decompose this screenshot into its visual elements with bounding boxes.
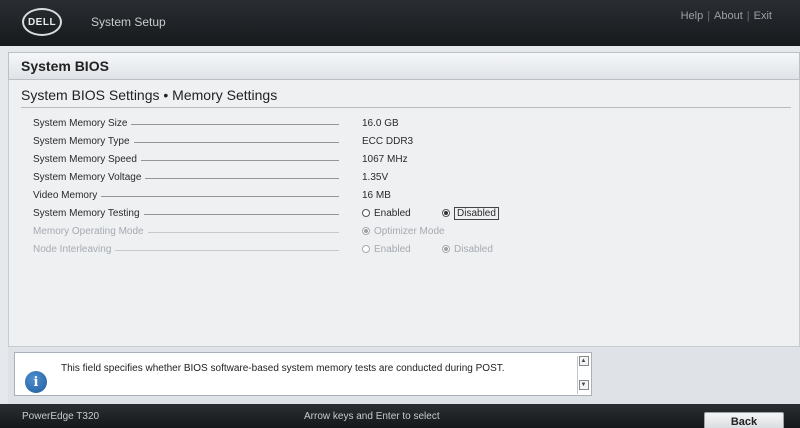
radio-selected-icon	[362, 227, 370, 235]
help-scrollbar[interactable]: ▲ ▼	[577, 356, 589, 394]
about-link[interactable]: About	[714, 10, 743, 22]
scroll-down-icon[interactable]: ▼	[578, 380, 589, 390]
radio-icon	[362, 245, 370, 253]
back-button[interactable]: Back	[704, 412, 784, 428]
navigation-hint: Arrow keys and Enter to select	[304, 411, 440, 422]
node-interleaving-enabled-option: Enabled	[362, 244, 411, 255]
help-link[interactable]: Help	[681, 10, 704, 22]
node-interleaving-disabled-option: Disabled	[442, 244, 493, 255]
info-icon: i	[25, 371, 47, 393]
radio-selected-icon	[442, 245, 450, 253]
memory-testing-enabled-option[interactable]: Enabled	[362, 208, 411, 219]
radio-icon	[362, 209, 370, 217]
setting-memory-size: System Memory Size 16.0 GB	[33, 117, 399, 129]
section-header: System BIOS	[8, 52, 800, 80]
settings-list: System Memory Size 16.0 GB System Memory…	[33, 114, 553, 258]
setting-memory-operating-mode: Memory Operating Mode Optimizer Mode	[33, 225, 445, 237]
top-links: Help | About | Exit	[680, 10, 772, 22]
help-box: i This field specifies whether BIOS soft…	[14, 352, 592, 396]
memory-testing-disabled-option[interactable]: Disabled	[442, 206, 499, 220]
bios-screen: DELL System Setup Help | About | Exit Sy…	[0, 0, 800, 428]
setting-video-memory: Video Memory 16 MB	[33, 189, 391, 201]
setting-node-interleaving: Node Interleaving Enabled Disabled	[33, 243, 493, 255]
page-title: System BIOS Settings • Memory Settings	[21, 87, 278, 103]
model-name: PowerEdge T320	[22, 411, 100, 422]
radio-selected-icon	[442, 209, 450, 217]
operating-mode-option: Optimizer Mode	[362, 226, 445, 237]
top-bar: DELL System Setup Help | About | Exit	[0, 0, 800, 46]
app-title: System Setup	[91, 15, 166, 29]
setting-memory-type: System Memory Type ECC DDR3	[33, 135, 414, 147]
scroll-up-icon[interactable]: ▲	[578, 356, 589, 366]
exit-link[interactable]: Exit	[754, 10, 772, 22]
help-text: This field specifies whether BIOS softwa…	[61, 363, 505, 374]
title-divider	[21, 107, 791, 108]
setting-memory-speed: System Memory Speed 1067 MHz	[33, 153, 408, 165]
bottom-bar: PowerEdge T320 Arrow keys and Enter to s…	[0, 404, 800, 428]
setting-memory-testing: System Memory Testing Enabled Disabled	[33, 204, 553, 222]
dell-logo: DELL	[22, 8, 62, 36]
settings-panel: System BIOS Settings • Memory Settings S…	[8, 80, 800, 346]
setting-memory-voltage: System Memory Voltage 1.35V	[33, 171, 389, 183]
